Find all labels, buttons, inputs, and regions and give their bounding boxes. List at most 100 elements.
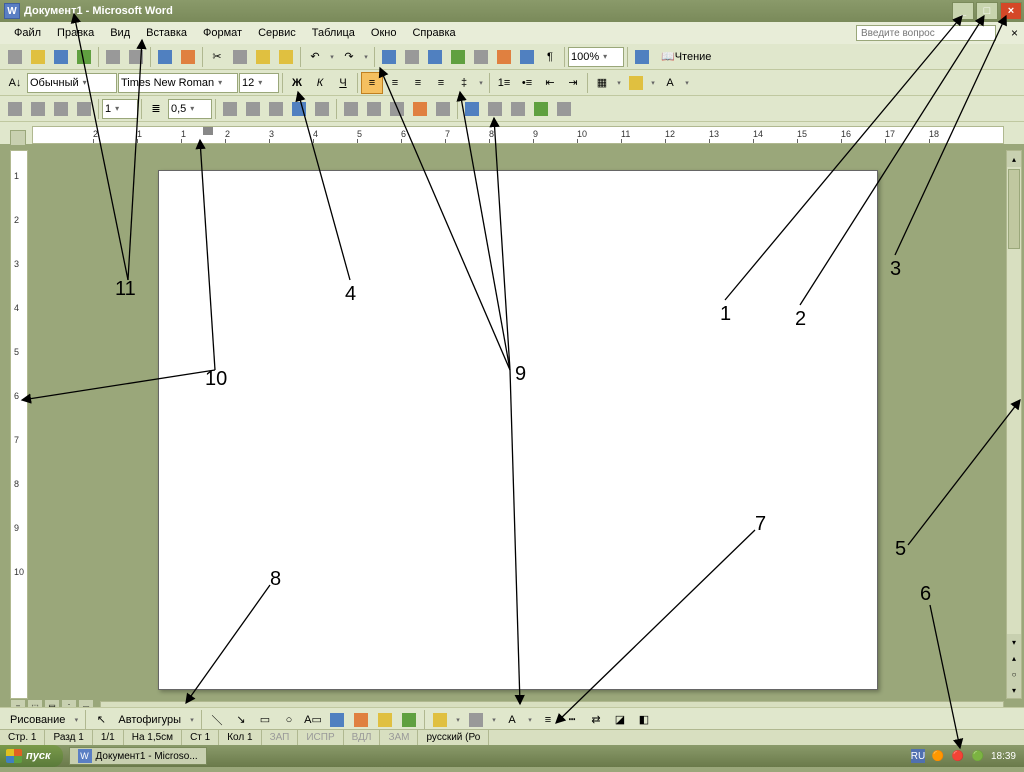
tb3-c[interactable]: [265, 98, 287, 120]
tb3-btn1[interactable]: [4, 98, 26, 120]
rectangle-tool-button[interactable]: ▭: [254, 709, 276, 731]
indent-marker-icon[interactable]: [203, 127, 213, 135]
scroll-up-button[interactable]: ▴: [1007, 151, 1021, 167]
maximize-button[interactable]: □: [976, 2, 998, 20]
document-close-button[interactable]: ×: [1011, 26, 1018, 40]
align-right-button[interactable]: ≡: [407, 72, 429, 94]
arrow-style-button[interactable]: ⇄: [585, 709, 607, 731]
redo-button[interactable]: ↷: [338, 46, 360, 68]
menu-table[interactable]: Таблица: [304, 25, 363, 41]
lang-indicator[interactable]: RU: [911, 749, 925, 763]
menu-window[interactable]: Окно: [363, 25, 405, 41]
dash-style-button[interactable]: ┅: [561, 709, 583, 731]
insert-table-button[interactable]: [424, 46, 446, 68]
scroll-down-button[interactable]: ▾: [1007, 634, 1021, 650]
status-ovr[interactable]: ЗАМ: [380, 730, 418, 745]
tb3-btn5[interactable]: ≣: [145, 98, 167, 120]
new-doc-button[interactable]: [4, 46, 26, 68]
textbox-tool-button[interactable]: A▭: [302, 709, 324, 731]
tb3-j[interactable]: [432, 98, 454, 120]
research-button[interactable]: [177, 46, 199, 68]
select-objects-button[interactable]: ↖: [90, 709, 112, 731]
align-center-button[interactable]: ≡: [384, 72, 406, 94]
highlight-dropdown[interactable]: ▾: [648, 72, 658, 94]
font-size-combo[interactable]: 12▾: [239, 73, 279, 93]
status-rec[interactable]: ЗАП: [262, 730, 299, 745]
scroll-thumb[interactable]: [1008, 169, 1020, 249]
fill-color-button[interactable]: [429, 709, 451, 731]
next-page-button[interactable]: ▾: [1007, 682, 1021, 698]
spacing-combo[interactable]: 0,5▾: [168, 99, 212, 119]
text-color-button[interactable]: A: [501, 709, 523, 731]
styles-pane-button[interactable]: A↓: [4, 72, 26, 94]
line-spacing-dropdown[interactable]: ▾: [476, 72, 486, 94]
autoshapes-dropdown[interactable]: ▾: [187, 709, 197, 731]
menu-view[interactable]: Вид: [102, 25, 138, 41]
status-ext[interactable]: ВДЛ: [344, 730, 381, 745]
vertical-ruler[interactable]: 12345678910: [10, 150, 28, 699]
columns-button[interactable]: [470, 46, 492, 68]
text-color-dropdown[interactable]: ▾: [525, 709, 535, 731]
fill-color-dropdown[interactable]: ▾: [453, 709, 463, 731]
tb3-btn4[interactable]: [73, 98, 95, 120]
tb3-btn3[interactable]: [50, 98, 72, 120]
autoshapes-label[interactable]: Автофигуры: [114, 714, 185, 726]
doc-map-button[interactable]: [516, 46, 538, 68]
hyperlink-button[interactable]: [378, 46, 400, 68]
print-button[interactable]: [102, 46, 124, 68]
insert-picture-button[interactable]: [398, 709, 420, 731]
align-left-button[interactable]: ≡: [361, 72, 383, 94]
menu-help[interactable]: Справка: [404, 25, 463, 41]
tb3-l[interactable]: [484, 98, 506, 120]
document-scroll[interactable]: [28, 150, 1024, 699]
browse-object-button[interactable]: ○: [1007, 666, 1021, 682]
highlight-button[interactable]: [625, 72, 647, 94]
spelling-button[interactable]: [154, 46, 176, 68]
align-justify-button[interactable]: ≡: [430, 72, 452, 94]
borders-dropdown[interactable]: ▾: [614, 72, 624, 94]
line-color-button[interactable]: [465, 709, 487, 731]
tb3-btn2[interactable]: [27, 98, 49, 120]
insert-excel-button[interactable]: [447, 46, 469, 68]
drawing-label[interactable]: Рисование: [6, 714, 69, 726]
numbered-list-button[interactable]: 1≡: [493, 72, 515, 94]
close-button[interactable]: ×: [1000, 2, 1022, 20]
font-color-button[interactable]: A: [659, 72, 681, 94]
menu-file[interactable]: Файл: [6, 25, 49, 41]
underline-button[interactable]: Ч: [332, 72, 354, 94]
clipart-button[interactable]: [374, 709, 396, 731]
bold-button[interactable]: Ж: [286, 72, 308, 94]
reading-layout-button[interactable]: 📖 Чтение: [654, 46, 718, 68]
copy-button[interactable]: [229, 46, 251, 68]
page[interactable]: [158, 170, 878, 690]
open-button[interactable]: [27, 46, 49, 68]
menu-tools[interactable]: Сервис: [250, 25, 304, 41]
tb3-g[interactable]: [363, 98, 385, 120]
minimize-button[interactable]: _: [952, 2, 974, 20]
ask-question-input[interactable]: [856, 25, 996, 41]
format-painter-button[interactable]: [275, 46, 297, 68]
tray-icon-3[interactable]: 🟢: [971, 749, 985, 763]
start-button[interactable]: пуск: [0, 745, 63, 767]
page-combo[interactable]: 1▾: [102, 99, 138, 119]
tb3-i[interactable]: [409, 98, 431, 120]
redo-dropdown[interactable]: ▾: [361, 46, 371, 68]
undo-dropdown[interactable]: ▾: [327, 46, 337, 68]
tray-icon-2[interactable]: 🔴: [951, 749, 965, 763]
tb3-d[interactable]: [288, 98, 310, 120]
zoom-combo[interactable]: 100%▾: [568, 47, 624, 67]
tb3-h[interactable]: [386, 98, 408, 120]
font-color-dropdown[interactable]: ▾: [682, 72, 692, 94]
print-preview-button[interactable]: [125, 46, 147, 68]
drawing-toggle-button[interactable]: [493, 46, 515, 68]
oval-tool-button[interactable]: ○: [278, 709, 300, 731]
diagram-button[interactable]: [350, 709, 372, 731]
tb3-o[interactable]: [553, 98, 575, 120]
line-spacing-button[interactable]: ‡: [453, 72, 475, 94]
save-button[interactable]: [50, 46, 72, 68]
style-combo[interactable]: Обычный▾: [27, 73, 117, 93]
tb3-b[interactable]: [242, 98, 264, 120]
vertical-scrollbar[interactable]: ▴ ▾ ▴ ○ ▾: [1006, 150, 1022, 699]
clock[interactable]: 18:39: [991, 751, 1016, 762]
tb3-k[interactable]: [461, 98, 483, 120]
